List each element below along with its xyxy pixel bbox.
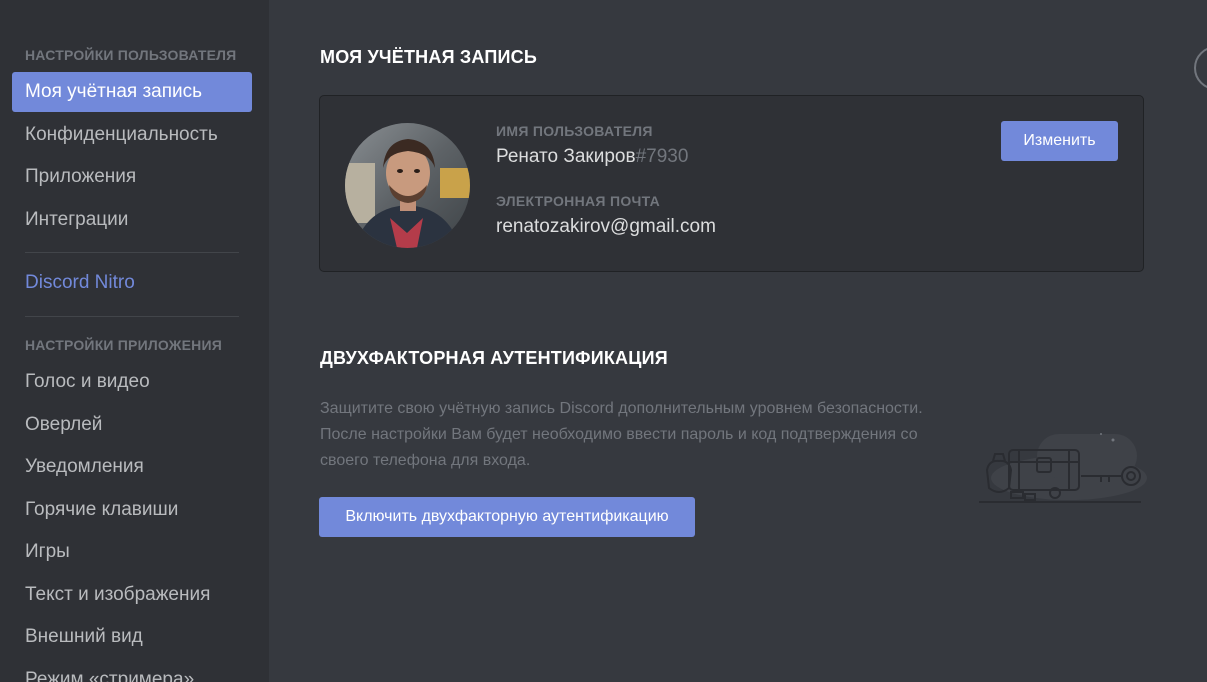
- sidebar-item-privacy[interactable]: Конфиденциальность: [12, 115, 252, 155]
- app-settings-header: НАСТРОЙКИ ПРИЛОЖЕНИЯ: [25, 337, 223, 353]
- sidebar-item-my-account[interactable]: Моя учётная запись: [12, 72, 252, 112]
- sidebar-divider: [25, 252, 239, 253]
- user-settings-header: НАСТРОЙКИ ПОЛЬЗОВАТЕЛЯ: [25, 47, 237, 63]
- sidebar-item-nitro[interactable]: Discord Nitro: [12, 263, 252, 303]
- account-card: ИМЯ ПОЛЬЗОВАТЕЛЯ Ренато Закиров#7930 ЭЛЕ…: [319, 95, 1144, 272]
- discriminator: #7930: [635, 146, 689, 167]
- edit-account-button[interactable]: Изменить: [1001, 121, 1118, 161]
- avatar[interactable]: [345, 123, 470, 248]
- two-factor-description-line: Защитите свою учётную запись Discord доп…: [320, 400, 923, 417]
- sidebar-divider: [25, 316, 239, 317]
- sidebar-item-keybinds[interactable]: Горячие клавиши: [12, 490, 252, 530]
- username: Ренато Закиров: [496, 146, 636, 167]
- username-label: ИМЯ ПОЛЬЗОВАТЕЛЯ: [496, 123, 653, 139]
- two-factor-description-line: После настройки Вам будет необходимо вве…: [320, 426, 918, 443]
- two-factor-title: ДВУХФАКТОРНАЯ АУТЕНТИФИКАЦИЯ: [320, 348, 668, 368]
- two-factor-description: Защитите свою учётную запись Discord доп…: [320, 396, 960, 474]
- page-title: МОЯ УЧЁТНАЯ ЗАПИСЬ: [320, 47, 537, 67]
- sidebar-item-games[interactable]: Игры: [12, 532, 252, 572]
- close-icon[interactable]: [1194, 46, 1207, 90]
- settings-sidebar: НАСТРОЙКИ ПОЛЬЗОВАТЕЛЯ Моя учётная запис…: [0, 0, 269, 682]
- sidebar-item-integrations[interactable]: Интеграции: [12, 200, 252, 240]
- sidebar-item-overlay[interactable]: Оверлей: [12, 405, 252, 445]
- avatar-photo: [345, 123, 470, 248]
- email-label: ЭЛЕКТРОННАЯ ПОЧТА: [496, 193, 661, 209]
- sidebar-item-notifications[interactable]: Уведомления: [12, 447, 252, 487]
- enable-2fa-button[interactable]: Включить двухфакторную аутентификацию: [319, 497, 695, 537]
- sidebar-item-appearance[interactable]: Внешний вид: [12, 617, 252, 657]
- sidebar-item-streamer-mode[interactable]: Режим «стримера»: [12, 660, 252, 682]
- treasure-chest-key-illustration: [979, 433, 1147, 503]
- username-value: Ренато Закиров#7930: [496, 146, 688, 168]
- two-factor-description-line: своего телефона для входа.: [320, 452, 531, 469]
- sidebar-item-apps[interactable]: Приложения: [12, 157, 252, 197]
- sidebar-item-text-images[interactable]: Текст и изображения: [12, 575, 252, 615]
- settings-content: МОЯ УЧЁТНАЯ ЗАПИСЬ ИМЯ ПОЛЬЗОВАТЕЛЯ Рена…: [269, 0, 1207, 682]
- sidebar-item-voice-video[interactable]: Голос и видео: [12, 362, 252, 402]
- email-value: renatozakirov@gmail.com: [496, 216, 716, 237]
